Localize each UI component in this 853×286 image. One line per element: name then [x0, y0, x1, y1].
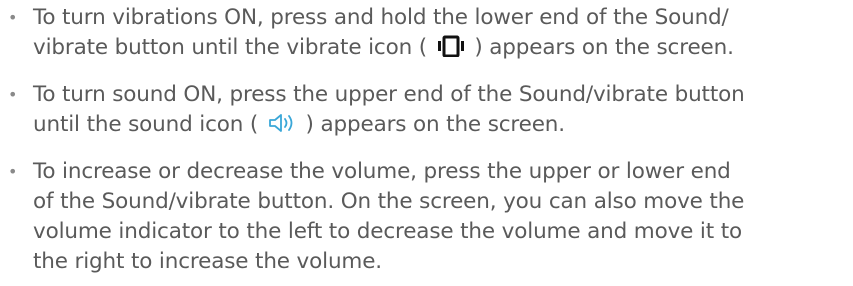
sound-instruction-line-2: until the sound icon ( — [33, 112, 265, 137]
volume-instruction-line-1: To increase or decrease the volume, pres… — [33, 159, 731, 184]
sound-instruction-tail: ) appears on the screen. — [298, 112, 566, 137]
bullet-marker: • — [8, 85, 18, 104]
vibrate-instruction-line-1: To turn vibrations ON, press and hold th… — [33, 5, 729, 30]
volume-instruction-line-2: of the Sound/vibrate button. On the scre… — [33, 189, 745, 214]
bullet-marker: • — [8, 162, 18, 181]
vibrate-instruction-line-2: vibrate button until the vibrate icon ( — [33, 35, 434, 60]
volume-instruction-line-3: volume indicator to the left to decrease… — [33, 219, 742, 244]
bullet-marker: • — [8, 8, 18, 27]
list-item-vibrate: • To turn vibrations ON, press and hold … — [0, 3, 853, 66]
sound-icon — [267, 112, 297, 143]
sound-instruction-line-1: To turn sound ON, press the upper end of… — [33, 82, 745, 107]
vibrate-instruction-tail: ) appears on the screen. — [467, 35, 734, 60]
vibrate-icon — [436, 35, 466, 66]
list-item-volume: • To increase or decrease the volume, pr… — [0, 157, 853, 277]
instructions-list: • To turn vibrations ON, press and hold … — [0, 3, 853, 277]
list-item-sound: • To turn sound ON, press the upper end … — [0, 80, 853, 143]
volume-instruction-line-4: the right to increase the volume. — [33, 249, 382, 274]
instructions-page: • To turn vibrations ON, press and hold … — [0, 0, 853, 286]
